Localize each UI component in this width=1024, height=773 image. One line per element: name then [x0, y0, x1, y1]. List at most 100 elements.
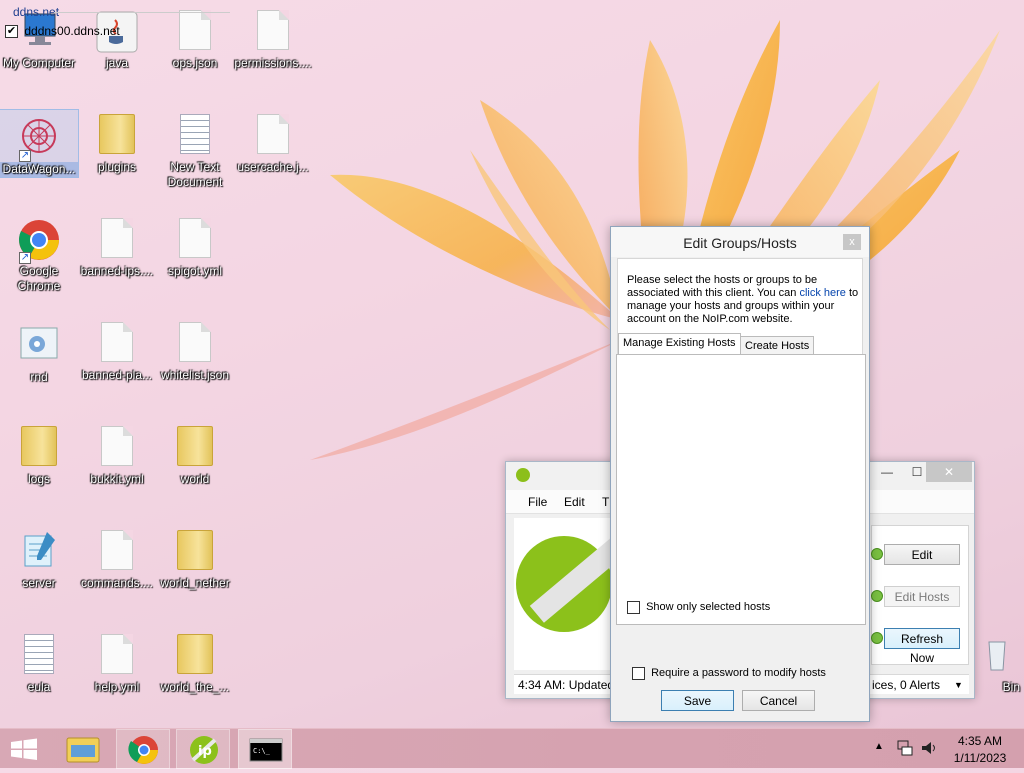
new-text-document[interactable]: New Text Document: [156, 108, 234, 190]
document-icon: [95, 218, 139, 262]
icon-label: ops.json: [172, 56, 218, 70]
world-nether-folder[interactable]: world_nether: [156, 524, 234, 591]
bukkit-yml-file[interactable]: bukkit.yml: [78, 420, 156, 487]
cancel-button[interactable]: Cancel: [742, 690, 815, 711]
clock[interactable]: 4:35 AM 1/11/2023: [948, 734, 1012, 765]
chrome-icon: [128, 736, 158, 764]
logs-folder[interactable]: logs: [0, 420, 78, 487]
icon-label: commands....: [80, 576, 154, 590]
datawagon-shortcut[interactable]: ↗ DataWagon...: [0, 109, 79, 178]
ops-json-file[interactable]: ops.json: [156, 4, 234, 71]
cmd-taskbar-button[interactable]: C:\_: [238, 729, 292, 769]
menu-tools[interactable]: T: [602, 495, 609, 509]
require-password-option[interactable]: Require a password to modify hosts: [632, 667, 826, 680]
chrome-icon: ↗: [17, 218, 61, 264]
banned-ips-file[interactable]: banned-ips....: [78, 212, 156, 279]
refresh-now-button[interactable]: Refresh Now: [884, 628, 960, 665]
spigot-yml-file[interactable]: spigot.yml: [156, 212, 234, 279]
icon-label: My Computer: [2, 56, 76, 70]
start-button[interactable]: [0, 729, 48, 769]
world-folder[interactable]: world: [156, 420, 234, 487]
document-icon: [95, 530, 139, 574]
icon-label: banned-ips....: [80, 264, 154, 278]
plugins-folder[interactable]: plugins: [78, 108, 156, 175]
alerts-text[interactable]: ices, 0 Alerts: [872, 675, 940, 695]
menu-edit[interactable]: Edit: [564, 495, 585, 509]
usercache-file[interactable]: usercache.j...: [234, 108, 312, 175]
tab-manage-existing-hosts[interactable]: Manage Existing Hosts: [618, 333, 741, 355]
windows-logo-icon: [11, 738, 37, 760]
host-item[interactable]: ✔ dddns00.ddns.net: [5, 24, 120, 39]
commands-file[interactable]: commands....: [78, 524, 156, 591]
close-button[interactable]: ✕: [926, 462, 972, 482]
folder-icon: [173, 634, 217, 678]
tab-create-hosts[interactable]: Create Hosts: [740, 336, 815, 356]
require-password-label: Require a password to modify hosts: [651, 667, 826, 680]
shortcut-arrow-icon: ↗: [19, 150, 31, 162]
chrome-taskbar-button[interactable]: [116, 729, 170, 769]
icon-label: world: [180, 472, 210, 486]
datawagon-icon: ↗: [17, 116, 61, 162]
document-icon: [173, 322, 217, 366]
icon-label: banned-pla...: [81, 368, 153, 382]
icon-label: New Text Document: [167, 160, 223, 189]
world-the-end-folder[interactable]: world_the_...: [156, 628, 234, 695]
document-icon: [95, 426, 139, 470]
icon-label: logs: [27, 472, 50, 486]
server-icon[interactable]: server: [0, 524, 78, 591]
show-hidden-icons-icon[interactable]: ▲: [874, 741, 884, 752]
show-only-selected-option[interactable]: Show only selected hosts: [627, 601, 770, 614]
icon-label: eula: [27, 680, 51, 694]
document-icon: [173, 10, 217, 54]
close-icon[interactable]: x: [843, 234, 861, 250]
host-label: dddns00.ddns.net: [24, 24, 120, 38]
noip-taskbar-button[interactable]: ip: [176, 729, 230, 769]
edit-button[interactable]: Edit: [884, 544, 960, 565]
notepad-icon: [17, 530, 61, 574]
noip-app-icon: [516, 468, 530, 482]
icon-label: plugins: [97, 160, 137, 174]
icon-label: spigot.yml: [167, 264, 223, 278]
dialog-title-bar[interactable]: Edit Groups/Hosts x: [611, 227, 869, 257]
click-here-link[interactable]: click here: [799, 287, 845, 299]
status-ok-icon: [871, 632, 883, 644]
google-chrome-icon[interactable]: ↗ Google Chrome: [0, 212, 78, 294]
permissions-file[interactable]: permissions....: [234, 4, 312, 71]
clock-time: 4:35 AM: [957, 734, 1003, 748]
intro-text: Please select the hosts or groups to be …: [627, 274, 859, 326]
status-text: 4:34 AM: Updated: [518, 678, 615, 692]
icon-label: Google Chrome: [17, 264, 61, 293]
save-button[interactable]: Save: [661, 690, 734, 711]
command-prompt-icon: C:\_: [249, 738, 283, 762]
network-icon[interactable]: [897, 739, 913, 760]
help-yml-file[interactable]: help.yml: [78, 628, 156, 695]
noip-logo: [514, 518, 614, 670]
group-header: ddns.net: [13, 5, 60, 19]
whitelist-json-file[interactable]: whitelist.json: [156, 316, 234, 383]
volume-icon[interactable]: [920, 739, 938, 760]
show-only-selected-checkbox[interactable]: [627, 601, 640, 614]
dialog-title: Edit Groups/Hosts: [683, 235, 797, 251]
document-icon: [251, 10, 295, 54]
folder-icon: [66, 737, 100, 763]
require-password-checkbox[interactable]: [632, 667, 645, 680]
text-file-icon: [17, 634, 61, 678]
icon-label: rnd: [30, 370, 48, 384]
icon-label: help.yml: [94, 680, 140, 694]
svg-text:ip: ip: [198, 744, 212, 759]
icon-label: DataWagon...: [0, 162, 78, 177]
show-only-selected-label: Show only selected hosts: [646, 601, 771, 614]
rnd-icon[interactable]: rnd: [0, 318, 78, 385]
dropdown-arrow-icon[interactable]: ▼: [954, 675, 963, 695]
checkmark-icon[interactable]: ✔: [5, 25, 18, 39]
edit-hosts-button[interactable]: Edit Hosts: [884, 586, 960, 607]
folder-icon: [173, 530, 217, 574]
status-ok-icon: [871, 548, 883, 560]
document-icon: [251, 114, 295, 158]
file-explorer-taskbar-button[interactable]: [56, 729, 110, 769]
eula-icon[interactable]: eula: [0, 628, 78, 695]
menu-file[interactable]: File: [528, 495, 547, 509]
icon-label: whitelist.json: [160, 368, 230, 382]
banned-players-file[interactable]: banned-pla...: [78, 316, 156, 383]
minimize-button[interactable]: —: [872, 462, 902, 482]
